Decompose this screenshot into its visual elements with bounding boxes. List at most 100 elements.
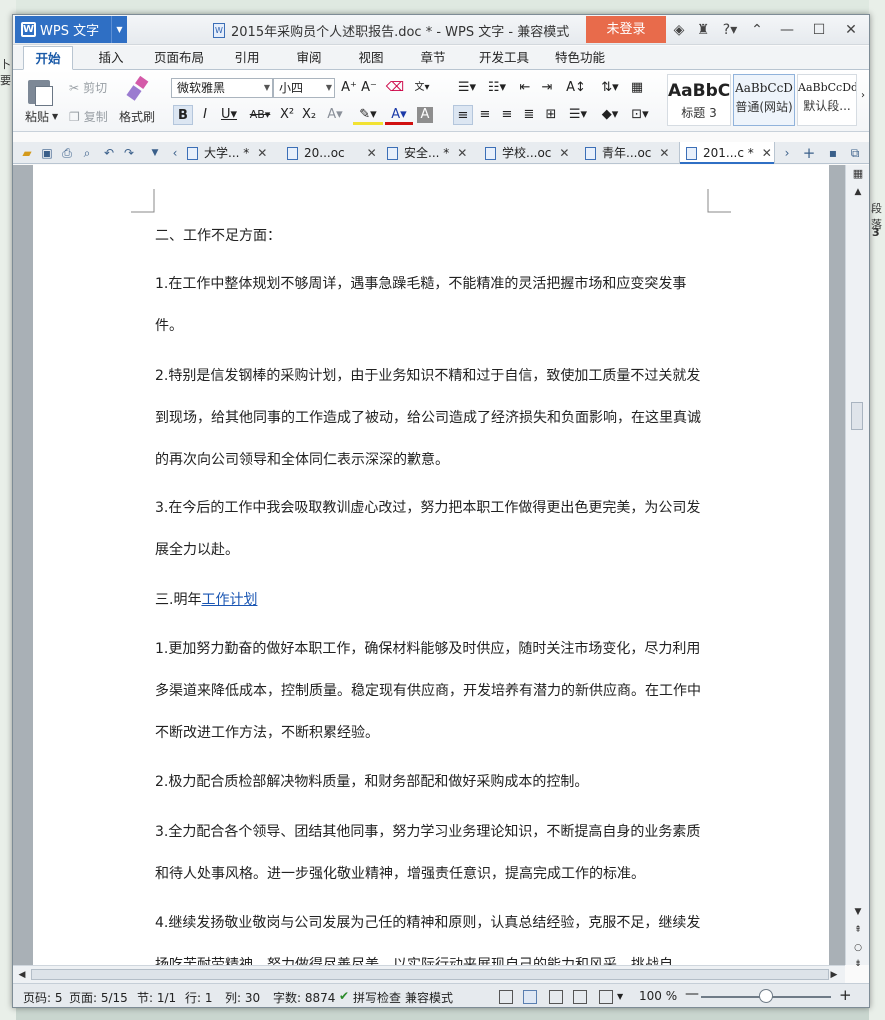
bullet-list-icon[interactable]: ☰▾ <box>453 78 481 98</box>
new-tab-icon[interactable]: + <box>801 145 817 161</box>
close-icon[interactable]: ✕ <box>659 142 669 164</box>
italic-icon[interactable]: I <box>195 105 215 125</box>
document-page[interactable]: 二、工作不足方面： 1.在工作中整体规划不够周详，遇事急躁毛糙，不能精准的灵活把… <box>33 165 829 965</box>
clear-format-icon[interactable]: ⌫ <box>385 78 405 98</box>
previous-page-icon[interactable]: ⇞ <box>851 923 865 937</box>
sort-icon[interactable]: ⇅▾ <box>597 78 623 98</box>
zoom-in-icon[interactable]: + <box>839 986 852 1004</box>
reading-view-icon[interactable] <box>599 990 613 1004</box>
align-right-icon[interactable]: ≡ <box>497 105 517 125</box>
outline-view-icon[interactable] <box>549 990 563 1004</box>
vertical-scrollbar[interactable]: ▦ ▲ ▼ ⇞ ○ ⇟ <box>845 165 869 969</box>
style-normal-web[interactable]: AaBbCcD 普通(网站) <box>733 74 795 126</box>
zoom-slider-knob[interactable] <box>759 989 773 1003</box>
increase-indent-icon[interactable]: ⇥ <box>537 78 557 98</box>
tab-references[interactable]: 引用 <box>225 46 269 70</box>
numbered-list-icon[interactable]: ☷▾ <box>483 78 511 98</box>
style-heading-3[interactable]: AaBbC 标题 3 <box>667 74 731 126</box>
align-center-icon[interactable]: ≡ <box>475 105 495 125</box>
grow-font-icon[interactable]: A⁺ <box>339 78 359 98</box>
close-icon[interactable]: ✕ <box>559 142 569 164</box>
doc-tab[interactable]: 安全... * ✕ <box>387 142 479 164</box>
work-plan-link[interactable]: 工作计划 <box>201 592 257 608</box>
subscript-icon[interactable]: X₂ <box>299 105 319 125</box>
justify-icon[interactable]: ≣ <box>519 105 539 125</box>
scroll-down-icon[interactable]: ▼ <box>851 905 865 919</box>
superscript-icon[interactable]: X² <box>277 105 297 125</box>
print-preview-icon[interactable]: ⌕ <box>79 145 95 161</box>
browse-object-icon[interactable]: ○ <box>851 941 865 955</box>
page-view-icon[interactable] <box>523 990 537 1004</box>
undo-icon[interactable]: ↶ <box>101 145 117 161</box>
tab-developer[interactable]: 开发工具 <box>471 46 537 70</box>
redo-icon[interactable]: ↷ <box>121 145 137 161</box>
highlight-icon[interactable]: ✎▾ <box>353 105 383 125</box>
tab-scroll-right-icon[interactable]: › <box>779 145 795 161</box>
char-shading-icon[interactable]: A <box>417 107 433 123</box>
scroll-right-icon[interactable]: ▶ <box>827 968 841 982</box>
close-icon[interactable]: ✕ <box>367 142 377 164</box>
styles-more-icon[interactable]: › <box>857 86 869 106</box>
status-page-number[interactable]: 页码: 5 <box>23 989 63 1006</box>
close-icon[interactable]: ✕ <box>257 142 267 164</box>
tab-list-icon[interactable]: ▪ <box>825 145 841 161</box>
close-icon[interactable]: ✕ <box>762 142 772 164</box>
font-color-icon[interactable]: A▾ <box>385 105 413 125</box>
chevron-down-icon[interactable]: ▼ <box>617 992 623 1001</box>
zoom-level[interactable]: 100 % <box>639 989 677 1003</box>
doc-tab[interactable]: 大学... * ✕ <box>187 142 279 164</box>
chevron-down-icon[interactable]: ▼ <box>111 16 127 43</box>
phonetic-guide-icon[interactable]: 文▾ <box>409 78 435 98</box>
shading-icon[interactable]: ◆▾ <box>597 105 623 125</box>
align-left-icon[interactable]: ≡ <box>453 105 473 125</box>
status-page-count[interactable]: 页面: 5/15 <box>69 989 128 1006</box>
scroll-up-icon[interactable]: ▲ <box>851 185 865 199</box>
horizontal-scrollbar[interactable]: ◀ ▶ <box>13 965 845 983</box>
table-grid-icon[interactable]: ▦ <box>627 78 647 98</box>
horizontal-scroll-thumb[interactable] <box>31 969 829 980</box>
tab-insert[interactable]: 插入 <box>89 46 133 70</box>
quick-access-dropdown-icon[interactable]: ▼ <box>147 145 163 161</box>
strikethrough-icon[interactable]: AB▾ <box>245 105 275 125</box>
paste-icon[interactable] <box>23 76 57 106</box>
zoom-out-icon[interactable]: — <box>685 986 699 1002</box>
text-direction-icon[interactable]: A↕ <box>563 78 589 98</box>
help-icon[interactable]: ?▾ <box>717 20 743 40</box>
format-painter-button[interactable]: 格式刷 <box>119 108 155 125</box>
select-browse-icon[interactable]: ▦ <box>851 167 865 181</box>
doc-tab[interactable]: 青年...oc ✕ <box>585 142 677 164</box>
tab-view[interactable]: 视图 <box>349 46 393 70</box>
text-effect-icon[interactable]: A▾ <box>325 105 345 125</box>
print-icon[interactable]: ⎙ <box>59 145 75 161</box>
close-icon[interactable]: ✕ <box>457 142 467 164</box>
save-icon[interactable]: ▣ <box>39 145 55 161</box>
line-spacing-icon[interactable]: ☰▾ <box>565 105 591 125</box>
shrink-font-icon[interactable]: A⁻ <box>359 78 379 98</box>
login-button[interactable]: 未登录 <box>586 16 666 43</box>
doc-tab-active[interactable]: 201...c * ✕ <box>679 142 775 164</box>
font-name-select[interactable]: 微软雅黑 ▼ <box>171 78 273 98</box>
tab-home[interactable]: 开始 <box>23 46 73 70</box>
distributed-align-icon[interactable]: ⊞ <box>541 105 561 125</box>
paste-button[interactable]: 粘贴 ▼ <box>25 108 58 125</box>
format-painter-icon[interactable] <box>125 76 151 102</box>
status-word-count[interactable]: 字数: 8874 <box>273 989 335 1006</box>
skin-icon[interactable]: ◈ <box>669 20 689 40</box>
tab-review[interactable]: 审阅 <box>287 46 331 70</box>
tab-scroll-left-icon[interactable]: ‹ <box>167 145 183 161</box>
doc-tab[interactable]: 学校...oc ✕ <box>485 142 577 164</box>
tab-page-layout[interactable]: 页面布局 <box>149 46 209 70</box>
decrease-indent-icon[interactable]: ⇤ <box>515 78 535 98</box>
minimize-icon[interactable]: — <box>777 20 797 40</box>
spellcheck-button[interactable]: 拼写检查 <box>353 989 401 1006</box>
restore-pane-icon[interactable]: ⧉ <box>847 145 863 161</box>
open-folder-icon[interactable]: ▰ <box>19 145 35 161</box>
font-size-select[interactable]: 小四 ▼ <box>273 78 335 98</box>
full-screen-view-icon[interactable] <box>499 990 513 1004</box>
borders-icon[interactable]: ⊡▾ <box>627 105 653 125</box>
doc-tab[interactable]: 20...oc ✕ <box>287 142 379 164</box>
underline-icon[interactable]: U▾ <box>217 105 241 125</box>
collapse-ribbon-icon[interactable]: ⌃ <box>747 20 767 40</box>
style-default-paragraph[interactable]: AaBbCcDd 默认段... <box>797 74 857 126</box>
tab-chapter[interactable]: 章节 <box>411 46 455 70</box>
